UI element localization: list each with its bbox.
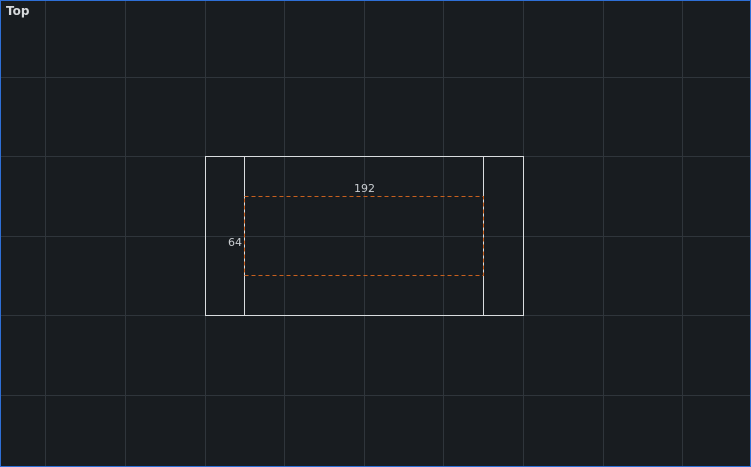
width-dimension-label: 192 <box>354 182 375 195</box>
grid <box>1 1 750 466</box>
viewport-canvas[interactable] <box>0 0 751 467</box>
top-viewport[interactable]: Top 192 64 <box>0 0 751 467</box>
height-dimension-label: 64 <box>228 236 242 249</box>
